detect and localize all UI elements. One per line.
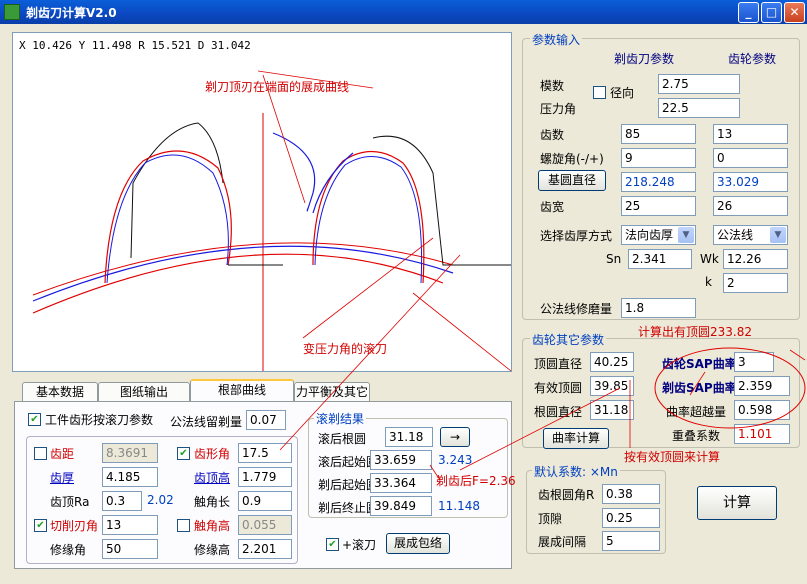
shape-checkbox-label: 工件齿形按滚刀参数 (45, 413, 154, 427)
height-link[interactable]: 齿顶高 (194, 469, 230, 486)
pitch-checkbox[interactable] (34, 447, 47, 460)
thickness-mode2-select[interactable]: 公法线 ▼ (713, 225, 788, 245)
params-group-title: 参数输入 (530, 31, 583, 48)
title-bar[interactable] (0, 0, 807, 24)
module-label: 模数 (540, 79, 565, 93)
gen-interval-label: 展成间隔 (538, 535, 587, 549)
height-field[interactable]: 1.779 (238, 467, 292, 487)
cut-checkbox[interactable]: ✔ (34, 519, 47, 532)
width-gear-field[interactable]: 26 (713, 196, 788, 216)
angle-checkbox[interactable]: ✔ (177, 447, 190, 460)
r4-field[interactable]: 39.849 (370, 496, 432, 516)
teeth-gear-field[interactable]: 13 (713, 124, 788, 144)
edge-angle-field[interactable]: 50 (102, 539, 158, 559)
base-diameter-button[interactable]: 基圆直径 (538, 170, 606, 191)
contact-len-field[interactable]: 0.9 (238, 491, 292, 511)
radial-label: 径向 (610, 86, 635, 100)
chevron-down-icon[interactable]: ▼ (770, 227, 786, 243)
envelope-button[interactable]: 展成包络 (386, 533, 450, 554)
shape-checkbox[interactable]: ✔ (28, 413, 41, 426)
module-field[interactable]: 2.75 (658, 74, 740, 94)
hob-pointer (279, 254, 461, 451)
tab-basic-data[interactable]: 基本数据 (22, 382, 98, 402)
tip-ra-label: 齿顶Ra (50, 495, 90, 509)
k-field[interactable]: 2 (723, 273, 788, 293)
teeth-label: 齿数 (540, 128, 565, 142)
edge-h-label: 修缘高 (194, 543, 231, 557)
hob-label: +滚刀 (342, 538, 377, 552)
radial-checkbox[interactable] (593, 86, 606, 99)
teeth-cutter-field[interactable]: 85 (621, 124, 696, 144)
grind-field[interactable]: 1.8 (621, 298, 696, 318)
contact-h-label: 触角高 (194, 519, 231, 533)
width-cutter-field[interactable]: 25 (621, 196, 696, 216)
cut-label: 切削刃角 (50, 519, 99, 533)
tab-drawing-output[interactable]: 图纸输出 (98, 382, 190, 402)
calculate-button[interactable]: 计算 (697, 486, 777, 520)
close-button[interactable]: ✕ (784, 2, 805, 23)
tip-ra-value: 2.02 (147, 493, 174, 507)
tip-label: 顶圆直径 (534, 357, 583, 371)
cutter-curve-label: 剃刀顶刃在端面的展成曲线 (205, 80, 350, 94)
gear-other-title: 齿轮其它参数 (530, 331, 607, 348)
wk-field[interactable]: 12.26 (723, 249, 788, 269)
pressure-label: 压力角 (540, 102, 577, 116)
edge-h-field[interactable]: 2.201 (238, 539, 292, 559)
grind-left-label: 公法线留剃量 (170, 415, 243, 429)
minimize-button[interactable]: _ (738, 2, 759, 23)
thickness-mode-label: 选择齿厚方式 (540, 229, 613, 243)
r4-label: 剃后终止圆 (318, 501, 379, 515)
tip-ra-field[interactable]: 0.3 (102, 491, 142, 511)
contact-h-field[interactable]: 0.055 (238, 515, 292, 535)
wk-label: Wk (700, 252, 719, 266)
contact-len-label: 触角长 (194, 495, 231, 509)
clearance-label: 顶隙 (538, 512, 563, 526)
thickness-mode2-value: 公法线 (717, 228, 754, 242)
sn-label: Sn (606, 252, 622, 266)
gear-col-header: 齿轮参数 (728, 52, 777, 66)
thickness-mode-value: 法向齿厚 (625, 228, 674, 242)
cut-field[interactable]: 13 (102, 515, 158, 535)
r3-label: 剃后起始圆 (318, 478, 379, 492)
thickness-mode-select[interactable]: 法向齿厚 ▼ (621, 225, 696, 245)
grind-label: 公法线修磨量 (540, 302, 613, 316)
angle-label: 齿形角 (194, 447, 231, 461)
hob-checkbox[interactable]: ✔ (326, 538, 339, 551)
k-label: k (705, 275, 712, 289)
eff-tip-note: 按有效顶圆来计算 (624, 450, 721, 464)
maximize-button[interactable]: □ (761, 2, 782, 23)
helix-cutter-field[interactable]: 9 (621, 148, 696, 168)
cutter-col-header: 剃齿刀参数 (614, 52, 675, 66)
pitch-label: 齿距 (50, 447, 75, 461)
window-title: 剃齿刀计算V2.0 (26, 6, 117, 20)
width-label: 齿宽 (540, 200, 565, 214)
app-icon (4, 4, 20, 20)
edge-angle-label: 修缘角 (50, 543, 87, 557)
base-cutter-field[interactable]: 218.248 (621, 172, 696, 192)
chevron-down-icon[interactable]: ▼ (678, 227, 694, 243)
base-gear-field[interactable]: 33.029 (713, 172, 788, 192)
thick-link[interactable]: 齿厚 (50, 469, 74, 486)
helix-label: 螺旋角(-/+) (540, 152, 604, 166)
r4-value: 11.148 (438, 499, 480, 513)
contact-h-checkbox[interactable] (177, 519, 190, 532)
sn-field[interactable]: 2.341 (628, 249, 692, 269)
pressure-field[interactable]: 22.5 (658, 98, 740, 118)
thick-field[interactable]: 4.185 (102, 467, 158, 487)
helix-gear-field[interactable]: 0 (713, 148, 788, 168)
clearance-field[interactable]: 0.25 (602, 508, 660, 528)
pitch-field[interactable]: 8.3691 (102, 443, 158, 463)
gen-interval-field[interactable]: 5 (602, 531, 660, 551)
